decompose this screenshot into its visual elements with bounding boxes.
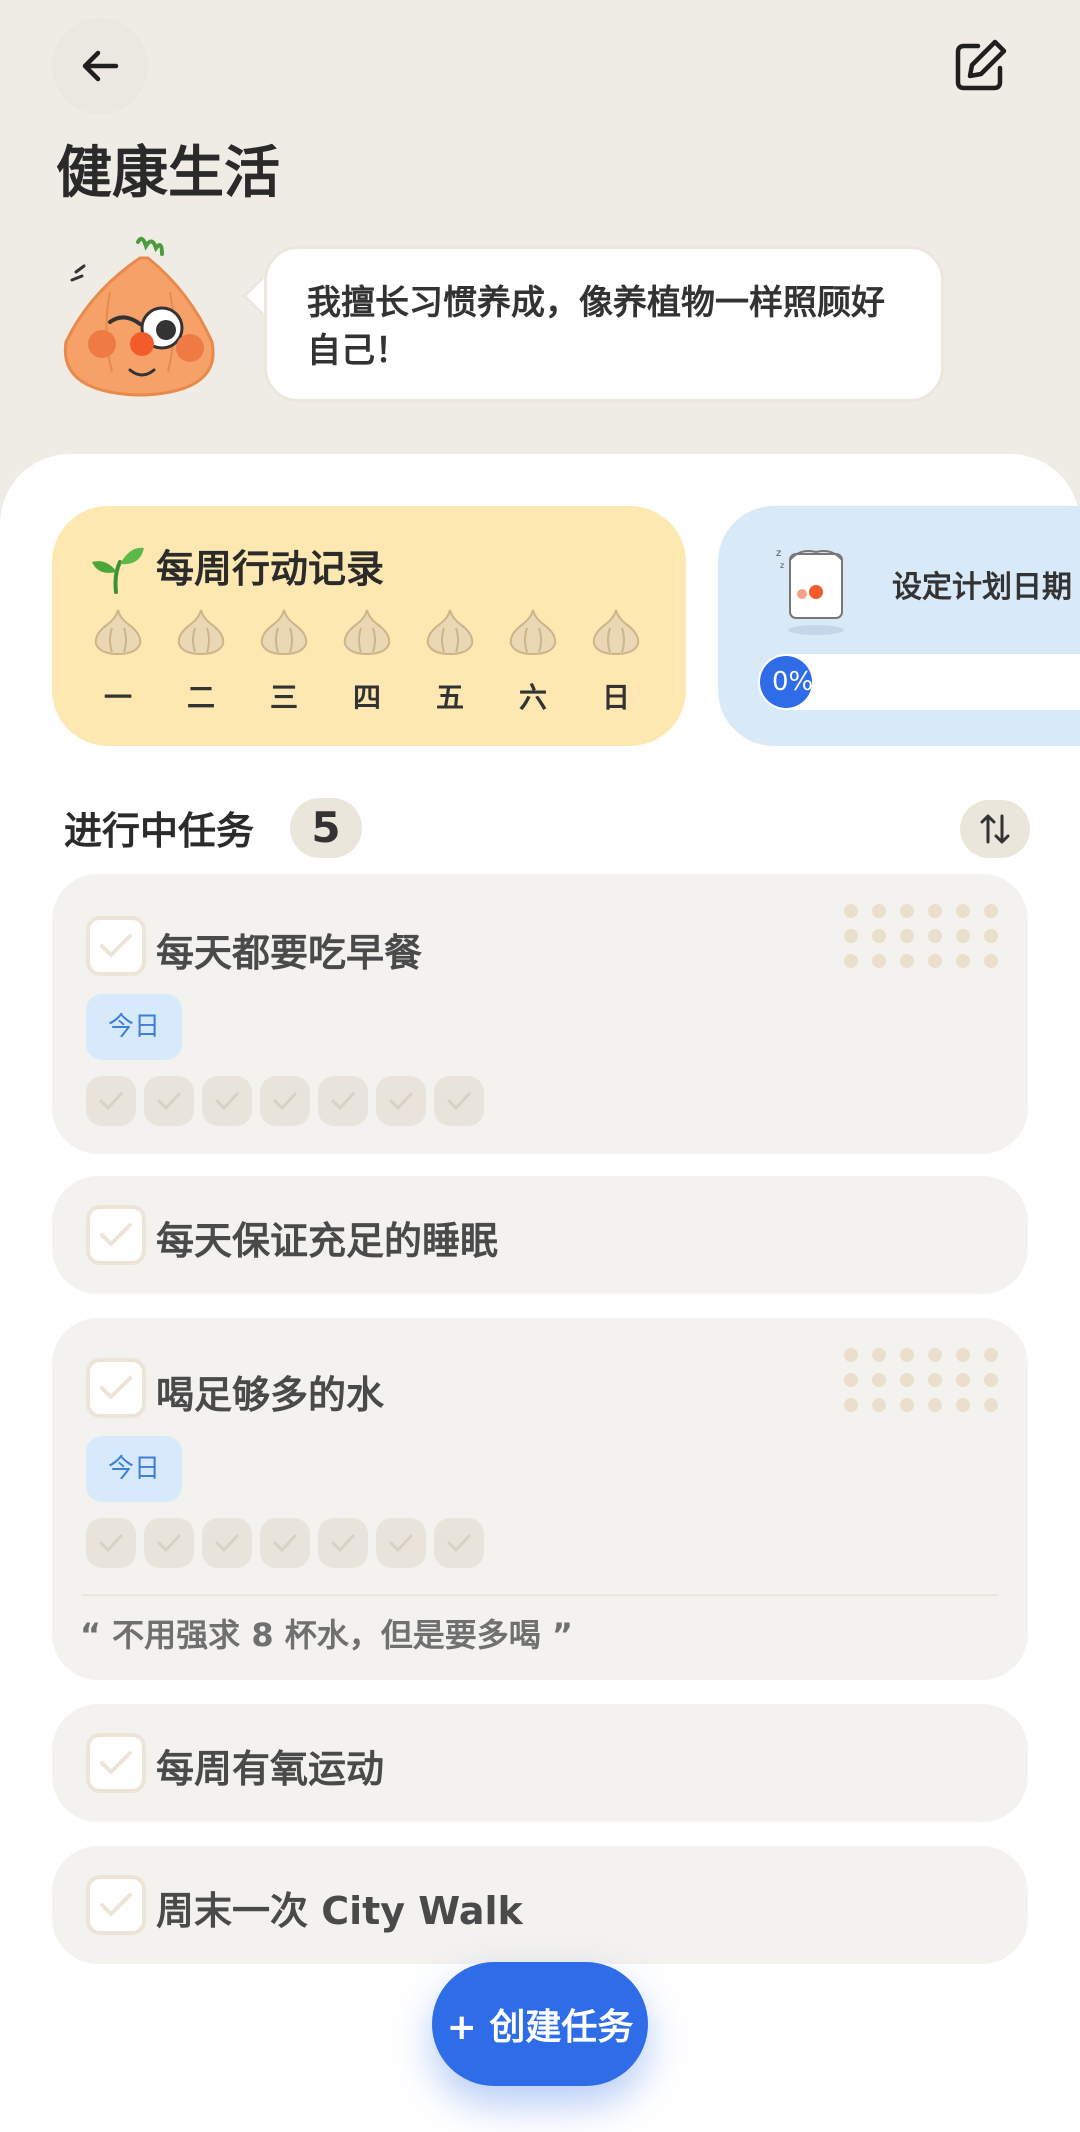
day-thu: 四 <box>337 608 397 716</box>
check-icon <box>100 1223 132 1246</box>
check-icon <box>331 1534 355 1553</box>
check-icon <box>273 1092 297 1111</box>
check-icon <box>100 1751 132 1774</box>
check-icon <box>215 1092 239 1111</box>
checkin-box <box>260 1518 310 1568</box>
sort-icon <box>980 814 1010 844</box>
check-icon <box>447 1092 471 1111</box>
checkin-box <box>376 1076 426 1126</box>
task-card[interactable]: 喝足够多的水 今日 “ 不用强求 8 杯水，但是要多喝 ” <box>52 1318 1028 1680</box>
garlic-icon <box>177 609 225 656</box>
garlic-icon <box>94 609 142 656</box>
garlic-icon <box>509 609 557 656</box>
day-label: 四 <box>352 681 381 714</box>
task-checkbox[interactable] <box>86 1358 146 1418</box>
garlic-icon <box>592 609 640 656</box>
page-title: 健康生活 <box>56 141 280 206</box>
week-checkin-row <box>86 1076 484 1126</box>
task-card[interactable]: 周末一次 City Walk <box>52 1846 1028 1964</box>
check-icon <box>99 1534 123 1553</box>
edit-button[interactable] <box>932 18 1028 114</box>
task-title: 喝足够多的水 <box>156 1373 385 1417</box>
task-card[interactable]: 每天都要吃早餐 今日 <box>52 874 1028 1154</box>
svg-text:z: z <box>776 548 781 559</box>
day-sat: 六 <box>503 608 563 716</box>
checkin-box <box>434 1518 484 1568</box>
calendar-mascot-icon: z z <box>776 548 844 635</box>
day-label: 日 <box>601 681 630 714</box>
task-count-badge: 5 <box>290 798 362 858</box>
checkin-box <box>318 1518 368 1568</box>
today-tag: 今日 <box>86 1436 182 1502</box>
day-wed: 三 <box>254 608 314 716</box>
section-title: 进行中任务 <box>64 809 255 853</box>
task-card[interactable]: 每周有氧运动 <box>52 1704 1028 1822</box>
task-card[interactable]: 每天保证充足的睡眠 <box>52 1176 1028 1294</box>
day-mon: 一 <box>88 608 148 716</box>
sort-button[interactable] <box>960 800 1030 858</box>
garlic-icon <box>343 609 391 656</box>
day-fri: 五 <box>420 608 480 716</box>
dot-pattern <box>844 1348 998 1412</box>
checkin-box <box>260 1076 310 1126</box>
day-label: 三 <box>269 681 298 714</box>
dot-pattern <box>844 904 998 968</box>
sprout-icon <box>92 547 144 594</box>
day-label: 二 <box>186 681 215 714</box>
day-label: 一 <box>103 681 132 714</box>
day-tue: 二 <box>171 608 231 716</box>
today-tag: 今日 <box>86 994 182 1060</box>
task-title: 每天保证充足的睡眠 <box>156 1219 499 1263</box>
week-checkin-row <box>86 1518 484 1568</box>
check-icon <box>100 934 132 957</box>
task-checkbox[interactable] <box>86 1205 146 1265</box>
check-icon <box>100 1376 132 1399</box>
check-icon <box>389 1534 413 1553</box>
day-label: 五 <box>435 681 464 714</box>
onion-mascot-icon <box>63 236 215 397</box>
checkin-box <box>144 1518 194 1568</box>
checkin-box <box>86 1076 136 1126</box>
check-icon <box>331 1092 355 1111</box>
task-title: 周末一次 City Walk <box>156 1889 523 1933</box>
edit-icon <box>955 39 1007 91</box>
check-icon <box>447 1534 471 1553</box>
check-icon <box>100 1893 132 1916</box>
task-checkbox[interactable] <box>86 1733 146 1793</box>
task-title: 每天都要吃早餐 <box>156 931 423 975</box>
task-checkbox[interactable] <box>86 1875 146 1935</box>
day-sun: 日 <box>586 608 646 716</box>
checkin-box <box>202 1076 252 1126</box>
day-label: 六 <box>518 681 547 714</box>
back-button[interactable] <box>52 18 148 114</box>
note-divider <box>82 1594 998 1596</box>
create-task-button[interactable]: + 创建任务 <box>432 1962 648 2086</box>
task-checkbox[interactable] <box>86 916 146 976</box>
check-icon <box>273 1534 297 1553</box>
checkin-box <box>434 1076 484 1126</box>
task-note: “ 不用强求 8 杯水，但是要多喝 ” <box>80 1616 573 1654</box>
check-icon <box>157 1092 181 1111</box>
weekly-record-title: 每周行动记录 <box>156 547 385 591</box>
arrow-left-icon <box>82 50 119 82</box>
checkin-box <box>376 1518 426 1568</box>
check-icon <box>157 1534 181 1553</box>
plan-date-text: 设定计划日期 <box>892 570 1072 605</box>
checkin-box <box>202 1518 252 1568</box>
check-icon <box>99 1092 123 1111</box>
plan-date-card[interactable]: z z 设定计划日期 0% <box>718 506 1080 746</box>
garlic-icon <box>260 609 308 656</box>
garlic-icon <box>426 609 474 656</box>
mascot-speech-bubble: 我擅长习惯养成，像养植物一样照顾好自己！ <box>264 246 944 402</box>
svg-text:z: z <box>780 561 784 570</box>
checkin-box <box>86 1518 136 1568</box>
checkin-box <box>144 1076 194 1126</box>
check-icon <box>215 1534 239 1553</box>
plan-progress-badge: 0% <box>760 656 812 708</box>
check-icon <box>389 1092 413 1111</box>
checkin-box <box>318 1076 368 1126</box>
task-title: 每周有氧运动 <box>156 1747 385 1791</box>
